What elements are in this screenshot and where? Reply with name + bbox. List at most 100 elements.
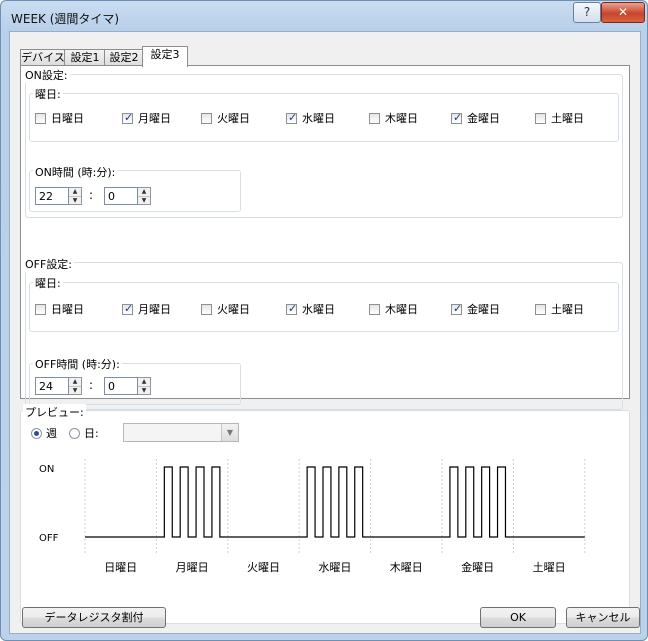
tab-settings-3[interactable]: 設定3 <box>142 46 188 67</box>
day-label: 火曜日 <box>217 303 250 316</box>
radio-week-circle[interactable] <box>31 427 42 439</box>
off-hour-arrows[interactable]: ▲ ▼ <box>69 377 82 395</box>
checkbox-icon[interactable] <box>286 111 297 124</box>
off-day-checkbox[interactable]: 土曜日 <box>535 302 584 316</box>
tab-device[interactable]: デバイス <box>20 49 66 66</box>
checkbox-icon[interactable] <box>122 111 133 124</box>
day-label: 土曜日 <box>551 112 584 125</box>
day-label: 水曜日 <box>302 112 335 125</box>
on-minute-spinner[interactable]: ▲▼ <box>104 187 151 205</box>
on-day-checkbox[interactable]: 金曜日 <box>451 111 500 125</box>
on-hour-arrows[interactable]: ▲ ▼ <box>69 187 82 205</box>
spin-up-icon[interactable]: ▲ <box>69 188 81 197</box>
tab-settings-2[interactable]: 設定2 <box>104 49 144 66</box>
radio-day-label: 日: <box>84 427 99 440</box>
on-hour-spinner[interactable]: ▲▼ <box>35 187 82 205</box>
checkbox-icon[interactable] <box>535 303 546 315</box>
off-hour-spinner[interactable]: ▲▼ <box>35 377 82 395</box>
day-label: 月曜日 <box>138 112 171 125</box>
checkbox-icon[interactable] <box>369 303 380 315</box>
checkbox-icon[interactable] <box>286 302 297 315</box>
preview-label: プレビュー: <box>23 404 86 420</box>
radio-day[interactable]: 日: <box>69 425 99 441</box>
radio-week[interactable]: 週 <box>31 425 57 441</box>
day-label: 木曜日 <box>385 112 418 125</box>
day-select[interactable]: ▼ <box>123 423 239 442</box>
spin-up-icon[interactable]: ▲ <box>138 378 150 387</box>
off-time-colon: : <box>89 378 94 392</box>
off-day-checkbox[interactable]: 日曜日 <box>35 302 84 316</box>
spin-down-icon[interactable]: ▼ <box>69 387 81 395</box>
day-label: 金曜日 <box>467 112 500 125</box>
day-label: 日曜日 <box>51 303 84 316</box>
spin-up-icon[interactable]: ▲ <box>69 378 81 387</box>
off-day-checkbox[interactable]: 木曜日 <box>369 302 418 316</box>
chevron-down-icon[interactable]: ▼ <box>221 424 238 441</box>
preview-group: プレビュー: 週 日: ▼ ON OFF 日曜日 月曜日 火曜日 水曜日 木曜日 金曜日 土曜日 <box>20 404 630 624</box>
cancel-button[interactable]: キャンセル <box>566 607 640 628</box>
on-day-checkbox[interactable]: 土曜日 <box>535 111 584 125</box>
checkbox-icon[interactable] <box>201 303 212 315</box>
checkbox-icon[interactable] <box>122 302 133 315</box>
day-label: 木曜日 <box>385 303 418 316</box>
off-settings-label: OFF設定: <box>23 256 75 272</box>
spin-down-icon[interactable]: ▼ <box>138 387 150 395</box>
close-button[interactable]: ✕ <box>601 2 645 23</box>
x-tick-label: 日曜日 <box>104 561 137 574</box>
dialog-window: WEEK (週間タイマ) ? ✕ デバイス 設定1 設定2 設定3 ON設定: … <box>0 0 648 641</box>
spin-up-icon[interactable]: ▲ <box>138 188 150 197</box>
on-day-checkbox[interactable]: 火曜日 <box>201 111 250 125</box>
day-label: 日曜日 <box>51 112 84 125</box>
on-settings-label: ON設定: <box>23 67 70 83</box>
off-time-label: OFF時間 (時:分): <box>33 356 122 372</box>
checkbox-icon[interactable] <box>535 112 546 124</box>
off-hour-input[interactable] <box>35 377 69 395</box>
on-day-checkbox[interactable]: 木曜日 <box>369 111 418 125</box>
settings-3-panel: ON設定: 曜日: 日曜日月曜日火曜日水曜日木曜日金曜日土曜日 ON時間 (時:… <box>20 65 630 410</box>
day-label: 火曜日 <box>217 112 250 125</box>
spin-down-icon[interactable]: ▼ <box>69 197 81 205</box>
off-minute-input[interactable] <box>104 377 138 395</box>
off-weekday-label: 曜日: <box>33 275 63 291</box>
on-off-waveform <box>85 466 585 538</box>
radio-day-circle[interactable] <box>69 427 80 439</box>
x-tick-label: 月曜日 <box>176 561 209 574</box>
help-button[interactable]: ? <box>573 2 601 23</box>
on-hour-input[interactable] <box>35 187 69 205</box>
off-day-checkbox[interactable]: 水曜日 <box>286 302 335 316</box>
x-tick-label: 土曜日 <box>533 561 566 574</box>
off-minute-arrows[interactable]: ▲ ▼ <box>138 377 151 395</box>
spin-down-icon[interactable]: ▼ <box>138 197 150 205</box>
on-day-checkbox[interactable]: 水曜日 <box>286 111 335 125</box>
checkbox-icon[interactable] <box>35 303 46 315</box>
off-day-checkbox[interactable]: 火曜日 <box>201 302 250 316</box>
checkbox-icon[interactable] <box>35 112 46 124</box>
on-time-colon: : <box>89 188 94 202</box>
window-title: WEEK (週間タイマ) <box>11 12 120 26</box>
tab-settings-1[interactable]: 設定1 <box>64 49 106 66</box>
on-day-checkbox[interactable]: 月曜日 <box>122 111 171 125</box>
checkbox-icon[interactable] <box>451 111 462 124</box>
preview-chart: ON OFF 日曜日 月曜日 火曜日 水曜日 木曜日 金曜日 土曜日 <box>39 459 586 574</box>
off-minute-spinner[interactable]: ▲▼ <box>104 377 151 395</box>
data-register-assign-button[interactable]: データレジスタ割付 <box>22 607 166 628</box>
on-minute-input[interactable] <box>104 187 138 205</box>
on-minute-arrows[interactable]: ▲ ▼ <box>138 187 151 205</box>
checkbox-icon[interactable] <box>451 302 462 315</box>
y-label-on: ON <box>39 464 54 475</box>
day-label: 水曜日 <box>302 303 335 316</box>
checkbox-icon[interactable] <box>201 112 212 124</box>
checkbox-icon[interactable] <box>369 112 380 124</box>
radio-week-label: 週 <box>46 427 57 440</box>
off-day-checkbox[interactable]: 月曜日 <box>122 302 171 316</box>
x-tick-label: 木曜日 <box>390 561 423 574</box>
off-day-checkbox[interactable]: 金曜日 <box>451 302 500 316</box>
on-day-checkbox[interactable]: 日曜日 <box>35 111 84 125</box>
ok-button[interactable]: OK <box>480 607 556 628</box>
x-tick-label: 火曜日 <box>247 561 280 574</box>
day-label: 金曜日 <box>467 303 500 316</box>
day-label: 月曜日 <box>138 303 171 316</box>
x-tick-label: 水曜日 <box>318 561 351 574</box>
on-weekday-label: 曜日: <box>33 86 63 102</box>
x-tick-label: 金曜日 <box>461 560 494 574</box>
